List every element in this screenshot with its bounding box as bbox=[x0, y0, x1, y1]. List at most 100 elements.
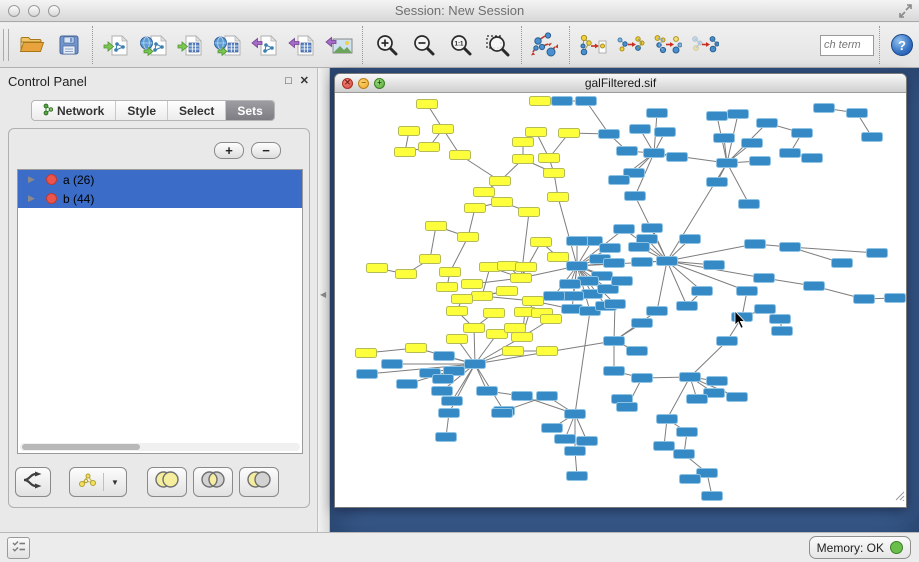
select-first-neighbors-button[interactable] bbox=[612, 26, 649, 64]
graph-node[interactable] bbox=[655, 128, 676, 137]
graph-node[interactable] bbox=[464, 324, 485, 333]
graph-node[interactable] bbox=[617, 403, 638, 412]
graph-node[interactable] bbox=[426, 222, 447, 231]
graph-node[interactable] bbox=[657, 257, 678, 266]
scrollbar-thumb[interactable] bbox=[22, 444, 140, 450]
graph-edge[interactable] bbox=[727, 163, 749, 204]
graph-node[interactable] bbox=[780, 243, 801, 252]
graph-edge[interactable] bbox=[474, 328, 475, 364]
graph-node[interactable] bbox=[750, 157, 771, 166]
graph-node[interactable] bbox=[406, 344, 427, 353]
import-network-file-button[interactable] bbox=[98, 26, 135, 64]
graph-node[interactable] bbox=[511, 274, 532, 283]
graph-node[interactable] bbox=[503, 347, 524, 356]
graph-node[interactable] bbox=[452, 295, 473, 304]
tab-network[interactable]: Network bbox=[32, 101, 116, 120]
graph-node[interactable] bbox=[647, 109, 668, 118]
float-panel-icon[interactable]: □ bbox=[285, 76, 292, 87]
graph-node[interactable] bbox=[436, 433, 457, 442]
graph-node[interactable] bbox=[714, 134, 735, 143]
graph-node[interactable] bbox=[541, 315, 562, 324]
graph-node[interactable] bbox=[832, 259, 853, 268]
graph-node[interactable] bbox=[802, 154, 823, 163]
graph-node[interactable] bbox=[396, 270, 417, 279]
graph-node[interactable] bbox=[497, 287, 518, 296]
graph-node[interactable] bbox=[604, 337, 625, 346]
graph-node[interactable] bbox=[632, 374, 653, 383]
graph-node[interactable] bbox=[780, 149, 801, 158]
graph-node[interactable] bbox=[505, 324, 526, 333]
graph-node[interactable] bbox=[474, 188, 495, 197]
graph-node[interactable] bbox=[755, 305, 776, 314]
zoom-out-button[interactable] bbox=[405, 26, 442, 64]
union-sets-button[interactable] bbox=[147, 467, 187, 497]
graph-node[interactable] bbox=[847, 109, 868, 118]
graph-node[interactable] bbox=[600, 244, 621, 253]
search-input[interactable] bbox=[820, 35, 874, 56]
graph-node[interactable] bbox=[477, 387, 498, 396]
graph-node[interactable] bbox=[447, 307, 468, 316]
graph-node[interactable] bbox=[537, 347, 558, 356]
graph-node[interactable] bbox=[530, 97, 551, 106]
graph-node[interactable] bbox=[552, 97, 573, 106]
graph-node[interactable] bbox=[739, 200, 760, 209]
graph-node[interactable] bbox=[814, 104, 835, 113]
graph-node[interactable] bbox=[458, 233, 479, 242]
graph-node[interactable] bbox=[627, 347, 648, 356]
graph-node[interactable] bbox=[512, 333, 533, 342]
graph-node[interactable] bbox=[772, 327, 793, 336]
graph-node[interactable] bbox=[512, 392, 533, 401]
graph-node[interactable] bbox=[614, 225, 635, 234]
graph-node[interactable] bbox=[447, 335, 468, 344]
zoom-in-button[interactable] bbox=[368, 26, 405, 64]
graph-node[interactable] bbox=[667, 153, 688, 162]
graph-node[interactable] bbox=[555, 435, 576, 444]
network-window[interactable]: ✕ − + galFiltered.sif bbox=[334, 73, 907, 508]
graph-node[interactable] bbox=[804, 282, 825, 291]
graph-node[interactable] bbox=[630, 125, 651, 134]
list-item-set-a[interactable]: ▶ a (26) bbox=[18, 170, 302, 189]
graph-node[interactable] bbox=[707, 112, 728, 121]
add-set-button[interactable]: + bbox=[214, 142, 244, 159]
toolbar-drag-handle[interactable] bbox=[3, 29, 9, 61]
resize-grip[interactable] bbox=[893, 488, 905, 506]
import-network-url-button[interactable] bbox=[135, 26, 172, 64]
graph-node[interactable] bbox=[717, 337, 738, 346]
graph-node[interactable] bbox=[537, 392, 558, 401]
graph-node[interactable] bbox=[559, 129, 580, 138]
graph-edge[interactable] bbox=[690, 341, 727, 377]
import-table-file-button[interactable] bbox=[172, 26, 209, 64]
expander-icon[interactable]: ▶ bbox=[28, 174, 38, 185]
hide-selected-button[interactable] bbox=[686, 26, 723, 64]
graph-node[interactable] bbox=[625, 192, 646, 201]
collapse-panel-icon[interactable]: ◀ bbox=[320, 290, 326, 299]
graph-edge[interactable] bbox=[575, 311, 590, 414]
graph-node[interactable] bbox=[419, 143, 440, 152]
graph-node[interactable] bbox=[754, 274, 775, 283]
graph-node[interactable] bbox=[728, 110, 749, 119]
split-set-button[interactable] bbox=[15, 467, 51, 497]
graph-node[interactable] bbox=[484, 309, 505, 318]
graph-node[interactable] bbox=[432, 387, 453, 396]
graph-node[interactable] bbox=[867, 249, 888, 258]
export-image-button[interactable] bbox=[320, 26, 357, 64]
graph-node[interactable] bbox=[599, 130, 620, 139]
export-network-button[interactable] bbox=[246, 26, 283, 64]
graph-node[interactable] bbox=[548, 193, 569, 202]
close-panel-icon[interactable]: ✕ bbox=[300, 76, 309, 87]
graph-node[interactable] bbox=[513, 138, 534, 147]
graph-node[interactable] bbox=[567, 237, 588, 246]
graph-node[interactable] bbox=[642, 224, 663, 233]
task-history-button[interactable] bbox=[7, 537, 30, 559]
graph-node[interactable] bbox=[657, 415, 678, 424]
graph-node[interactable] bbox=[567, 262, 588, 271]
graph-node[interactable] bbox=[737, 287, 758, 296]
graph-node[interactable] bbox=[531, 238, 552, 247]
graph-node[interactable] bbox=[680, 475, 701, 484]
graph-node[interactable] bbox=[433, 375, 454, 384]
graph-node[interactable] bbox=[680, 235, 701, 244]
graph-node[interactable] bbox=[674, 450, 695, 459]
tab-style[interactable]: Style bbox=[116, 101, 168, 120]
graph-node[interactable] bbox=[492, 409, 513, 418]
horizontal-scrollbar[interactable] bbox=[20, 443, 300, 451]
